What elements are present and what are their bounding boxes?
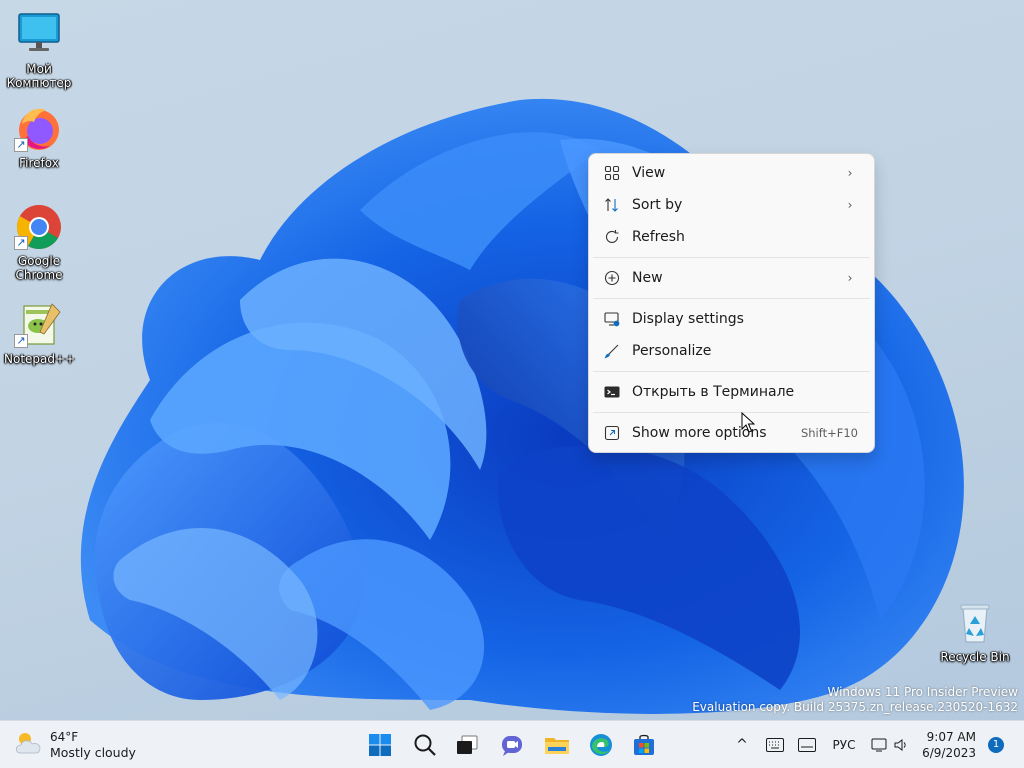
chrome-icon: ↗ <box>14 202 64 252</box>
watermark-line-1: Windows 11 Pro Insider Preview <box>827 685 1018 699</box>
menu-separator <box>593 371 870 372</box>
terminal-icon <box>603 383 621 401</box>
cloud-sun-icon <box>14 729 44 761</box>
menu-item-personalize[interactable]: Personalize <box>593 335 870 367</box>
start-button[interactable] <box>364 729 396 761</box>
menu-separator <box>593 298 870 299</box>
view-grid-icon <box>603 164 621 182</box>
display-settings-icon <box>603 310 621 328</box>
task-view-button[interactable] <box>451 729 483 761</box>
menu-item-view[interactable]: View › <box>593 157 870 189</box>
teams-chat-icon <box>502 736 522 756</box>
desktop-icon-notepad-plus-plus[interactable]: ↗ Notepad++ <box>4 300 76 366</box>
show-more-icon <box>603 424 621 442</box>
search-button[interactable] <box>409 729 441 761</box>
mouse-cursor-icon <box>741 412 755 433</box>
shortcut-arrow-icon: ↗ <box>14 236 28 250</box>
evaluation-watermark: Windows 11 Pro Insider Preview Evaluatio… <box>692 685 1018 715</box>
menu-item-shortcut: Shift+F10 <box>800 426 858 440</box>
desktop-icon-google-chrome[interactable]: ↗ Google Chrome <box>4 202 74 282</box>
recycle-bin-icon <box>950 598 1000 648</box>
desktop-context-menu: View › Sort by › Refresh New › Display s… <box>588 153 875 453</box>
search-icon <box>414 734 436 756</box>
tablet-icon <box>798 738 816 752</box>
task-view-icon <box>457 735 478 754</box>
menu-item-label: New <box>632 270 663 286</box>
menu-item-label: Открыть в Терминале <box>632 384 795 400</box>
clock-button[interactable]: 9:07 AM 6/9/2023 <box>922 729 976 761</box>
menu-item-label: Sort by <box>632 197 683 213</box>
notification-badge[interactable]: 1 <box>988 737 1004 753</box>
menu-item-label: Show more options <box>632 425 767 441</box>
sort-icon <box>603 196 621 214</box>
brush-icon <box>603 342 621 360</box>
monitor-icon <box>14 10 64 60</box>
watermark-line-2: Evaluation copy. Build 25375.zn_release.… <box>692 700 1018 714</box>
desktop-icon-label: Recycle Bin <box>940 650 1010 664</box>
clock-date: 6/9/2023 <box>922 746 976 760</box>
clock-time: 9:07 AM <box>926 730 976 744</box>
chevron-right-icon: › <box>847 198 853 212</box>
desktop-icon-my-computer[interactable]: Мой Компютер <box>4 10 74 90</box>
menu-separator <box>593 412 870 413</box>
touch-keyboard-button[interactable] <box>764 721 786 768</box>
network-icon <box>871 738 887 752</box>
file-explorer-button[interactable] <box>541 729 573 761</box>
chevron-right-icon: › <box>847 166 853 180</box>
desktop-icon-label: Мой Компютер <box>6 62 72 90</box>
edge-button[interactable] <box>585 729 617 761</box>
file-explorer-icon <box>545 738 569 754</box>
menu-separator <box>593 257 870 258</box>
input-language-indicator[interactable]: РУС <box>824 721 864 768</box>
weather-widget[interactable]: 64°F Mostly cloudy <box>14 727 136 763</box>
start-icon <box>369 734 391 756</box>
menu-item-label: Personalize <box>632 343 712 359</box>
menu-item-show-more-options[interactable]: Show more options Shift+F10 <box>593 417 870 449</box>
menu-item-new[interactable]: New › <box>593 262 870 294</box>
menu-item-label: Refresh <box>632 229 685 245</box>
show-hidden-icons-chevron[interactable]: ^ <box>732 721 752 768</box>
store-icon <box>634 734 654 755</box>
notepad-plus-plus-icon: ↗ <box>14 300 64 350</box>
menu-item-display-settings[interactable]: Display settings <box>593 303 870 335</box>
plus-circle-icon <box>603 269 621 287</box>
menu-item-open-in-terminal[interactable]: Открыть в Терминале <box>593 376 870 408</box>
refresh-icon <box>603 228 621 246</box>
weather-temperature: 64°F <box>50 730 79 744</box>
taskbar: 64°F Mostly cloudy ^ РУС 9:07 AM 6/9/202… <box>0 720 1024 768</box>
desktop-icon-recycle-bin[interactable]: Recycle Bin <box>940 598 1010 664</box>
edge-icon <box>590 734 612 756</box>
firefox-icon: ↗ <box>14 104 64 154</box>
menu-item-label: Display settings <box>632 311 744 327</box>
menu-item-label: View <box>632 165 666 181</box>
store-button[interactable] <box>628 729 660 761</box>
desktop[interactable]: Мой Компютер ↗ Firefox ↗ Google Chrome ↗… <box>0 0 1024 720</box>
volume-icon <box>894 739 906 751</box>
desktop-icon-firefox[interactable]: ↗ Firefox <box>4 104 74 170</box>
weather-condition: Mostly cloudy <box>50 745 136 760</box>
keyboard-icon <box>766 738 784 752</box>
chevron-right-icon: › <box>847 271 853 285</box>
menu-item-refresh[interactable]: Refresh <box>593 221 870 253</box>
pen-menu-button[interactable] <box>796 721 818 768</box>
desktop-icon-label: Notepad++ <box>4 352 76 366</box>
menu-item-sort-by[interactable]: Sort by › <box>593 189 870 221</box>
shortcut-arrow-icon: ↗ <box>14 138 28 152</box>
system-tray: ^ РУС <box>724 721 1024 768</box>
desktop-icon-label: Google Chrome <box>15 254 63 282</box>
shortcut-arrow-icon: ↗ <box>14 334 28 348</box>
network-volume-button[interactable] <box>870 721 910 768</box>
teams-chat-button[interactable] <box>496 729 528 761</box>
desktop-icon-label: Firefox <box>19 156 59 170</box>
